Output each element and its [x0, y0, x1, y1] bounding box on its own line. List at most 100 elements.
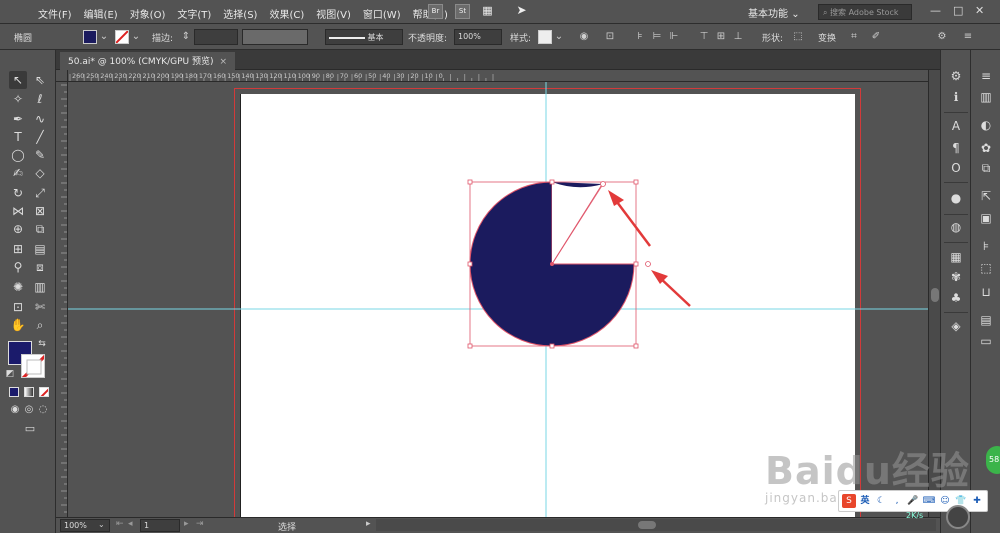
zoom-tool-icon[interactable]: ⌕ [31, 316, 49, 334]
isolate-icon[interactable]: ⌗ [848, 31, 860, 43]
stroke-panel-icon[interactable]: ≡ [978, 68, 994, 84]
ime-microphone-icon[interactable]: 🎤 [906, 494, 920, 508]
chevron-down-icon[interactable]: ⌄ [98, 31, 110, 43]
close-icon[interactable]: ✕ [975, 4, 984, 17]
artboard-number-field[interactable]: 1 [140, 519, 180, 532]
horizontal-ruler[interactable]: 260 250 240 230 220 210 200 190 180 170 160 150 140 1… [68, 70, 928, 82]
bridge-button[interactable]: Br [428, 4, 443, 19]
ime-moon-icon[interactable]: ☾ [874, 494, 888, 508]
pie-end-widget[interactable] [645, 261, 651, 267]
draw-inside-icon[interactable]: ◌ [34, 401, 52, 419]
arrange-documents-icon[interactable]: ▦ [480, 4, 495, 19]
ime-keyboard-icon[interactable]: ⌨ [922, 494, 936, 508]
character-icon[interactable]: A [948, 118, 964, 134]
brushes-icon[interactable]: ✾ [948, 269, 964, 285]
align-center-icon[interactable]: ⊨ [651, 31, 663, 43]
vertical-ruler[interactable] [56, 82, 68, 517]
recolor-icon[interactable]: ◉ [578, 31, 590, 43]
blend-tool-icon[interactable]: ⧈ [31, 258, 49, 276]
align-right-icon[interactable]: ⊩ [668, 31, 680, 43]
transparency-icon[interactable]: ◐ [978, 117, 994, 133]
document-tab[interactable]: 50.ai* @ 100% (CMYK/GPU 预览) × [60, 52, 236, 70]
swatches-icon[interactable]: ▦ [948, 249, 964, 265]
align-middle-icon[interactable]: ⊞ [715, 31, 727, 43]
info-icon[interactable]: ℹ [948, 89, 964, 105]
stepper-icon[interactable]: ⇕ [180, 31, 192, 43]
paintbrush-tool-icon[interactable]: ✎ [31, 146, 49, 164]
panel-menu-icon[interactable]: ≡ [962, 31, 974, 43]
direct-selection-tool-icon[interactable]: ⇖ [31, 71, 49, 89]
column-graph-tool-icon[interactable]: ▥ [31, 278, 49, 296]
screen-mode-icon[interactable]: ▭ [20, 420, 40, 438]
ime-punctuation-icon[interactable]: , [890, 494, 904, 508]
menu-window[interactable]: 窗口(W) [363, 6, 401, 21]
graphic-style-swatch[interactable] [538, 30, 552, 44]
curvature-tool-icon[interactable]: ∿ [31, 110, 49, 128]
selection-tool-icon[interactable]: ↖ [9, 71, 27, 89]
align-top-icon[interactable]: ⊤ [698, 31, 710, 43]
graphic-styles-icon[interactable]: ✿ [978, 140, 994, 156]
menu-type[interactable]: 文字(T) [177, 6, 211, 21]
stroke-color-swatch[interactable] [21, 354, 45, 378]
ime-language-icon[interactable]: 英 [858, 494, 872, 508]
symbol-sprayer-tool-icon[interactable]: ✺ [9, 278, 27, 296]
asset-export-icon[interactable]: ⧉ [978, 160, 994, 176]
align-panel-icon[interactable]: ⊧ [978, 238, 994, 254]
lasso-tool-icon[interactable]: ℓ [31, 90, 49, 108]
align-left-icon[interactable]: ⊧ [634, 31, 646, 43]
menu-effect[interactable]: 效果(C) [269, 6, 304, 21]
libraries-icon[interactable]: ▭ [978, 333, 994, 349]
last-artboard-icon[interactable]: ⇥ [196, 519, 204, 529]
horizontal-scrollbar[interactable] [376, 519, 936, 531]
menu-file[interactable]: 文件(F) [38, 6, 72, 21]
artboards-icon[interactable]: ▣ [978, 210, 994, 226]
hand-tool-icon[interactable]: ✋ [9, 316, 27, 334]
ime-skin-icon[interactable]: ☺ [938, 494, 952, 508]
workspace-switcher[interactable]: 基本功能 ⌄ [748, 5, 800, 20]
paragraph-icon[interactable]: ¶ [948, 140, 964, 156]
type-tool-icon[interactable]: T [9, 128, 27, 146]
perspective-grid-tool-icon[interactable]: ⧉ [31, 220, 49, 238]
send-icon[interactable]: ➤ [514, 4, 529, 19]
layers-icon[interactable]: ◈ [948, 318, 964, 334]
transform-link[interactable]: 变换 [818, 31, 836, 44]
rotate-tool-icon[interactable]: ↻ [9, 184, 27, 202]
next-artboard-icon[interactable]: ▸ [184, 519, 189, 529]
none-mode-icon[interactable] [39, 387, 49, 397]
shaper-tool-icon[interactable]: ✍ [9, 164, 27, 182]
first-artboard-icon[interactable]: ⇤ [116, 519, 124, 529]
chevron-down-icon[interactable]: ⌄ [98, 520, 105, 529]
minimize-icon[interactable]: — [930, 4, 941, 17]
shape-builder-tool-icon[interactable]: ⊕ [9, 220, 27, 238]
ruler-origin[interactable] [56, 70, 68, 82]
stroke-weight-field[interactable] [194, 29, 238, 45]
pen-tool-icon[interactable]: ✒ [9, 110, 27, 128]
slice-tool-icon[interactable]: ✄ [31, 298, 49, 316]
export-icon[interactable]: ⇱ [978, 188, 994, 204]
menu-object[interactable]: 对象(O) [130, 6, 166, 21]
ime-tools-icon[interactable]: ✚ [970, 494, 984, 508]
menu-edit[interactable]: 编辑(E) [84, 6, 118, 21]
pathfinder-icon[interactable]: ⊔ [978, 284, 994, 300]
color-guide-icon[interactable]: ◍ [948, 219, 964, 235]
ellipse-tool-icon[interactable]: ◯ [9, 146, 27, 164]
free-transform-tool-icon[interactable]: ⊠ [31, 202, 49, 220]
status-menu-icon[interactable]: ▸ [366, 519, 371, 529]
stock-button[interactable]: St [455, 4, 470, 19]
align-to-icon[interactable]: ⊡ [604, 31, 616, 43]
pie-start-widget[interactable] [600, 181, 606, 187]
fill-swatch[interactable] [83, 30, 97, 44]
symbols-icon[interactable]: ♣ [948, 290, 964, 306]
scale-tool-icon[interactable]: ⤢ [31, 184, 49, 202]
scrollbar-thumb[interactable] [931, 288, 939, 302]
stock-search-input[interactable]: ⌕ 搜索 Adobe Stock [818, 4, 912, 20]
variable-width-field[interactable] [242, 29, 308, 45]
opacity-field[interactable]: 100% [454, 29, 502, 45]
stroke-swatch[interactable] [115, 30, 129, 44]
gear-icon[interactable]: ⚙ [936, 31, 948, 43]
align-bottom-icon[interactable]: ⊥ [732, 31, 744, 43]
gradient-tool-icon[interactable]: ▤ [31, 240, 49, 258]
default-colors-icon[interactable]: ◩ [4, 368, 16, 380]
gradient-panel-icon[interactable]: ▥ [978, 89, 994, 105]
opentype-icon[interactable]: O [948, 160, 964, 176]
